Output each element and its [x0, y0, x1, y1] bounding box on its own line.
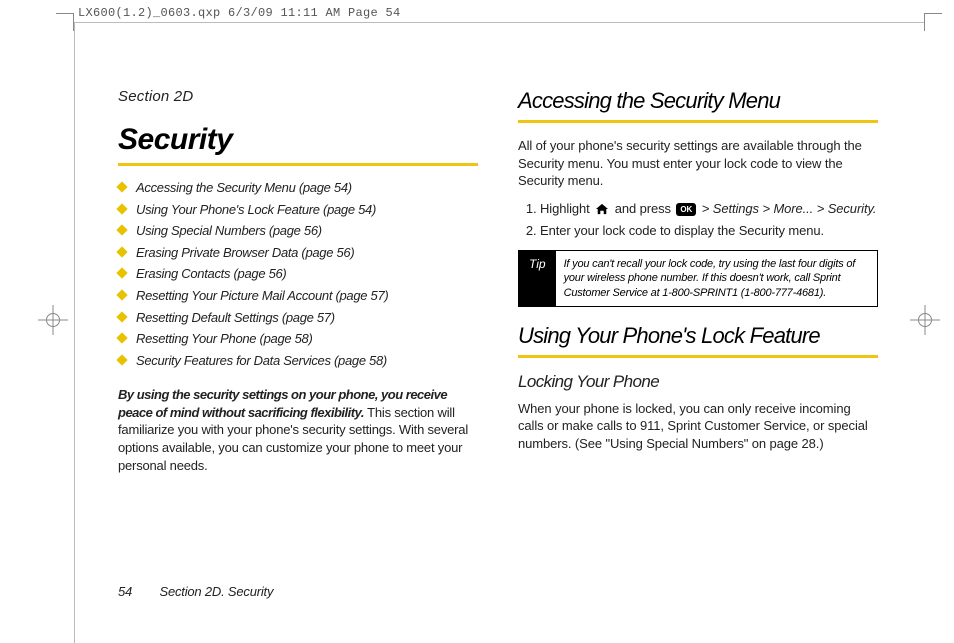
step-2: Enter your lock code to display the Secu…: [540, 222, 878, 240]
steps-list: Highlight and press OK > Settings > More…: [518, 200, 878, 240]
footer-label: Section 2D. Security: [159, 584, 273, 599]
toc-item: Accessing the Security Menu (page 54): [118, 180, 478, 196]
heading-lock-feature: Using Your Phone's Lock Feature: [518, 323, 878, 349]
toc-text: Resetting Your Picture Mail Account (pag…: [136, 288, 388, 304]
crop-rule-left: [74, 22, 75, 643]
toc-text: Resetting Default Settings (page 57): [136, 310, 335, 326]
diamond-icon: [116, 268, 127, 279]
diamond-icon: [116, 203, 127, 214]
toc-item: Using Your Phone's Lock Feature (page 54…: [118, 202, 478, 218]
toc-text: Using Your Phone's Lock Feature (page 54…: [136, 202, 376, 218]
toc-text: Erasing Contacts (page 56): [136, 266, 286, 282]
tip-body: If you can't recall your lock code, try …: [556, 251, 877, 306]
diamond-icon: [116, 289, 127, 300]
heading-accessing: Accessing the Security Menu: [518, 88, 878, 114]
diamond-icon: [116, 246, 127, 257]
toc-text: Security Features for Data Services (pag…: [136, 353, 387, 369]
subheading-locking: Locking Your Phone: [518, 372, 878, 392]
table-of-contents: Accessing the Security Menu (page 54) Us…: [118, 180, 478, 368]
diamond-icon: [116, 181, 127, 192]
page-number: 54: [118, 584, 132, 599]
registration-mark-left: [38, 305, 68, 335]
toc-text: Resetting Your Phone (page 58): [136, 331, 313, 347]
right-column: Accessing the Security Menu All of your …: [518, 88, 878, 588]
toc-item: Security Features for Data Services (pag…: [118, 353, 478, 369]
toc-item: Using Special Numbers (page 56): [118, 223, 478, 239]
diamond-icon: [116, 225, 127, 236]
page-content: Section 2D Security Accessing the Securi…: [118, 88, 878, 588]
crop-rule-top: [74, 22, 924, 23]
toc-text: Using Special Numbers (page 56): [136, 223, 322, 239]
step1-text-a: Highlight: [540, 201, 593, 216]
page-title: Security: [118, 123, 478, 157]
diamond-icon: [116, 311, 127, 322]
left-column: Section 2D Security Accessing the Securi…: [118, 88, 478, 588]
ok-icon: OK: [676, 203, 696, 216]
crop-mark-top-right: [924, 4, 942, 22]
toc-item: Resetting Default Settings (page 57): [118, 310, 478, 326]
step1-path: > Settings > More... > Security.: [702, 201, 877, 216]
registration-mark-right: [910, 305, 940, 335]
title-underline: [118, 163, 478, 166]
paragraph-locking: When your phone is locked, you can only …: [518, 400, 878, 453]
diamond-icon: [116, 354, 127, 365]
tip-box: Tip If you can't recall your lock code, …: [518, 250, 878, 307]
paragraph-intro: All of your phone's security settings ar…: [518, 137, 878, 190]
crop-mark-top-left: [56, 4, 74, 22]
step1-text-b: and press: [615, 201, 675, 216]
section-label: Section 2D: [118, 88, 478, 105]
step-1: Highlight and press OK > Settings > More…: [540, 200, 878, 218]
home-icon: [595, 203, 609, 215]
tip-label: Tip: [519, 251, 556, 306]
intro-paragraph: By using the security settings on your p…: [118, 386, 478, 474]
page-footer: 54 Section 2D. Security: [118, 584, 273, 599]
diamond-icon: [116, 332, 127, 343]
toc-item: Erasing Contacts (page 56): [118, 266, 478, 282]
toc-item: Erasing Private Browser Data (page 56): [118, 245, 478, 261]
toc-text: Accessing the Security Menu (page 54): [136, 180, 352, 196]
toc-item: Resetting Your Picture Mail Account (pag…: [118, 288, 478, 304]
toc-item: Resetting Your Phone (page 58): [118, 331, 478, 347]
heading-underline: [518, 355, 878, 358]
toc-text: Erasing Private Browser Data (page 56): [136, 245, 354, 261]
heading-underline: [518, 120, 878, 123]
print-slug: LX600(1.2)_0603.qxp 6/3/09 11:11 AM Page…: [78, 6, 401, 20]
